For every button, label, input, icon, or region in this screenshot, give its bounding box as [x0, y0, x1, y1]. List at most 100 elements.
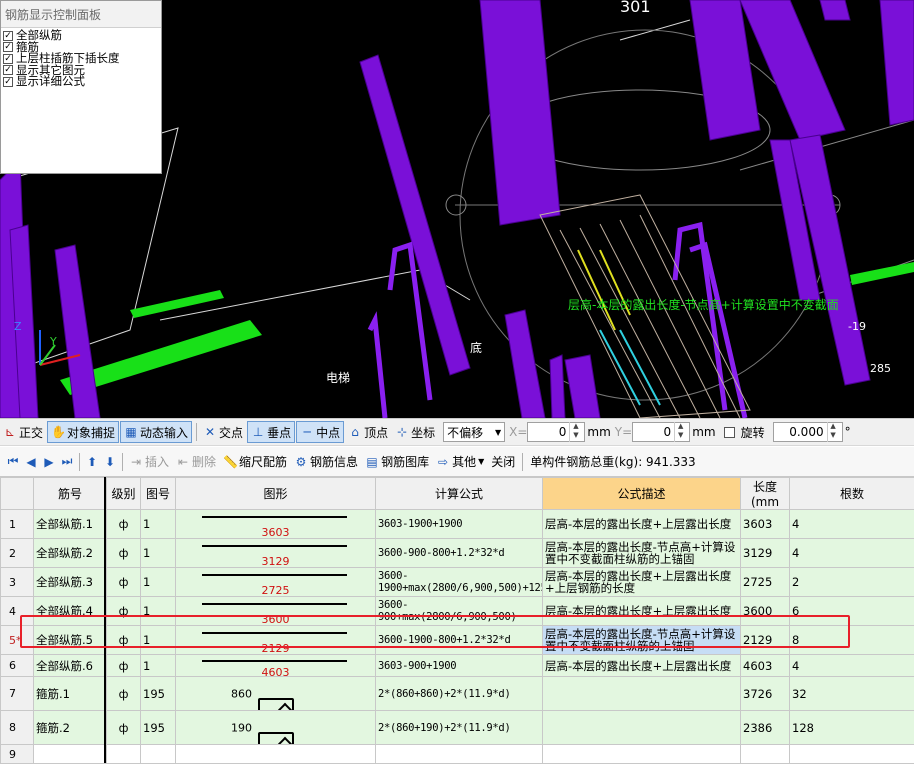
cell-formula[interactable] [376, 745, 543, 764]
table-row[interactable]: 3 全部纵筋.3 ф 1 2725 3600-1900+max(2800/6,9… [1, 568, 914, 597]
cell-length[interactable]: 3600 [741, 597, 790, 626]
cell-figure[interactable]: 190860 [176, 711, 376, 745]
cell-length[interactable]: 3129 [741, 539, 790, 568]
cell-desc[interactable] [543, 711, 741, 745]
last-record-icon[interactable]: ⏭ [58, 454, 76, 469]
cell-name[interactable]: 全部纵筋.5 [34, 626, 107, 655]
cell-shape-no[interactable] [141, 745, 176, 764]
header-count[interactable]: 根数 [790, 478, 914, 510]
cell-name[interactable]: 全部纵筋.2 [34, 539, 107, 568]
cell-grade[interactable]: ф [107, 711, 141, 745]
cell-count[interactable]: 4 [790, 510, 914, 539]
x-input[interactable]: 0▲▼ [527, 422, 585, 442]
table-row[interactable]: 1 全部纵筋.1 ф 1 3603 3603-1900+1900 层高-本层的露… [1, 510, 914, 539]
object-snap-button[interactable]: ✋对象捕捉 [47, 421, 119, 443]
cell-desc[interactable]: 层高-本层的露出长度+上层露出长度 [543, 655, 741, 677]
cell-shape-no[interactable]: 195 [141, 677, 176, 711]
cell-count[interactable]: 32 [790, 677, 914, 711]
header-grade[interactable]: 级别 [107, 478, 141, 510]
cell-grade[interactable]: ф [107, 626, 141, 655]
cell-formula[interactable]: 3600-1900+max(2800/6,900,500)+125 [376, 568, 543, 597]
cell-count[interactable]: 8 [790, 626, 914, 655]
first-record-icon[interactable]: ⏮ [4, 454, 22, 469]
checkbox-icon[interactable]: ✓ [3, 77, 13, 87]
cell-name[interactable]: 全部纵筋.1 [34, 510, 107, 539]
cell-desc[interactable] [543, 677, 741, 711]
prev-record-icon[interactable]: ◀ [22, 455, 40, 469]
other-menu-button[interactable]: ⇨其他▼ [433, 451, 487, 473]
panel-item-detail-formula[interactable]: ✓显示详细公式 [1, 76, 161, 88]
perpendicular-button[interactable]: ⊥垂点 [247, 421, 295, 443]
cell-name[interactable]: 全部纵筋.6 [34, 655, 107, 677]
cell-count[interactable]: 4 [790, 655, 914, 677]
header-figure[interactable]: 图形 [176, 478, 376, 510]
table-row[interactable]: 8 箍筋.2 ф 195 190860 2*(860+190)+2*(11.9*… [1, 711, 914, 745]
cell-name[interactable]: 全部纵筋.4 [34, 597, 107, 626]
cell-count[interactable]: 128 [790, 711, 914, 745]
table-row[interactable]: 4 全部纵筋.4 ф 1 3600 3600-900+max(2800/6,90… [1, 597, 914, 626]
cell-figure[interactable]: 2129 [176, 626, 376, 655]
cell-figure[interactable]: 3129 [176, 539, 376, 568]
cell-formula[interactable]: 3603-900+1900 [376, 655, 543, 677]
spinner-icon[interactable]: ▲▼ [569, 422, 581, 442]
cell-desc[interactable]: 层高-本层的露出长度+上层露出长度 [543, 597, 741, 626]
header-bar-no[interactable]: 筋号 [34, 478, 107, 510]
cell-length[interactable] [741, 745, 790, 764]
cell-formula[interactable]: 3600-1900-800+1.2*32*d [376, 626, 543, 655]
checkbox-icon[interactable]: ✓ [3, 31, 13, 41]
offset-mode-select[interactable]: 不偏移▼ [443, 422, 505, 442]
checkbox-icon[interactable]: ✓ [3, 65, 13, 75]
delete-button[interactable]: ⇤删除 [173, 451, 219, 473]
cell-name[interactable]: 箍筋.2 [34, 711, 107, 745]
rebar-info-button[interactable]: ⚙钢筋信息 [291, 451, 361, 473]
cell-grade[interactable]: ф [107, 677, 141, 711]
cell-figure[interactable] [176, 745, 376, 764]
cell-shape-no[interactable]: 195 [141, 711, 176, 745]
cell-count[interactable]: 2 [790, 568, 914, 597]
cell-formula[interactable]: 3603-1900+1900 [376, 510, 543, 539]
cell-grade[interactable]: ф [107, 510, 141, 539]
cell-count[interactable]: 6 [790, 597, 914, 626]
cell-figure[interactable]: 4603 [176, 655, 376, 677]
cell-shape-no[interactable]: 1 [141, 597, 176, 626]
scale-rebar-button[interactable]: 📏缩尺配筋 [220, 451, 290, 473]
rebar-library-button[interactable]: ▤钢筋图库 [362, 451, 432, 473]
3d-viewport[interactable]: Z Y 301 -19 285 电梯 底 层高-本层的露出长度-节点高+计算设置… [0, 0, 914, 418]
spinner-icon[interactable]: ▲▼ [827, 422, 839, 442]
header-formula-desc[interactable]: 公式描述 [543, 478, 741, 510]
cell-desc[interactable]: 层高-本层的露出长度-节点高+计算设置中不变截面柱纵筋的上锚固 [543, 539, 741, 568]
move-up-icon[interactable]: ⬆ [83, 455, 101, 469]
table-row[interactable]: 9 [1, 745, 914, 764]
cell-name[interactable]: 全部纵筋.3 [34, 568, 107, 597]
cell-grade[interactable]: ф [107, 568, 141, 597]
cell-length[interactable]: 2129 [741, 626, 790, 655]
cell-formula[interactable]: 3600-900+max(2800/6,900,500) [376, 597, 543, 626]
cell-shape-no[interactable]: 1 [141, 655, 176, 677]
cell-grade[interactable]: ф [107, 539, 141, 568]
cell-shape-no[interactable]: 1 [141, 510, 176, 539]
cell-desc[interactable] [543, 745, 741, 764]
spinner-icon[interactable]: ▲▼ [674, 422, 686, 442]
cell-desc[interactable]: 层高-本层的露出长度-节点高+计算设置中不变截面柱纵筋的上锚固 [543, 626, 741, 655]
insert-button[interactable]: ⇥插入 [126, 451, 172, 473]
cell-grade[interactable] [107, 745, 141, 764]
orthogonal-button[interactable]: ⊾正交 [0, 421, 46, 443]
cell-length[interactable]: 4603 [741, 655, 790, 677]
coordinate-button[interactable]: ⊹坐标 [392, 421, 438, 443]
cell-desc[interactable]: 层高-本层的露出长度+上层露出长度+上层钢筋的长度 [543, 568, 741, 597]
header-shape-no[interactable]: 图号 [141, 478, 176, 510]
cell-desc[interactable]: 层高-本层的露出长度+上层露出长度 [543, 510, 741, 539]
cell-formula[interactable]: 2*(860+860)+2*(11.9*d) [376, 677, 543, 711]
cell-figure[interactable]: 860860 [176, 677, 376, 711]
cell-figure[interactable]: 3603 [176, 510, 376, 539]
move-down-icon[interactable]: ⬇ [101, 455, 119, 469]
rotate-checkbox[interactable] [724, 427, 735, 438]
y-input[interactable]: 0▲▼ [632, 422, 690, 442]
cell-formula[interactable]: 3600-900-800+1.2*32*d [376, 539, 543, 568]
table-row[interactable]: 2 全部纵筋.2 ф 1 3129 3600-900-800+1.2*32*d … [1, 539, 914, 568]
rotate-input[interactable]: 0.000▲▼ [773, 422, 843, 442]
close-button[interactable]: 关闭 [488, 451, 518, 473]
intersection-button[interactable]: ✕交点 [200, 421, 246, 443]
cell-grade[interactable]: ф [107, 655, 141, 677]
header-formula[interactable]: 计算公式 [376, 478, 543, 510]
